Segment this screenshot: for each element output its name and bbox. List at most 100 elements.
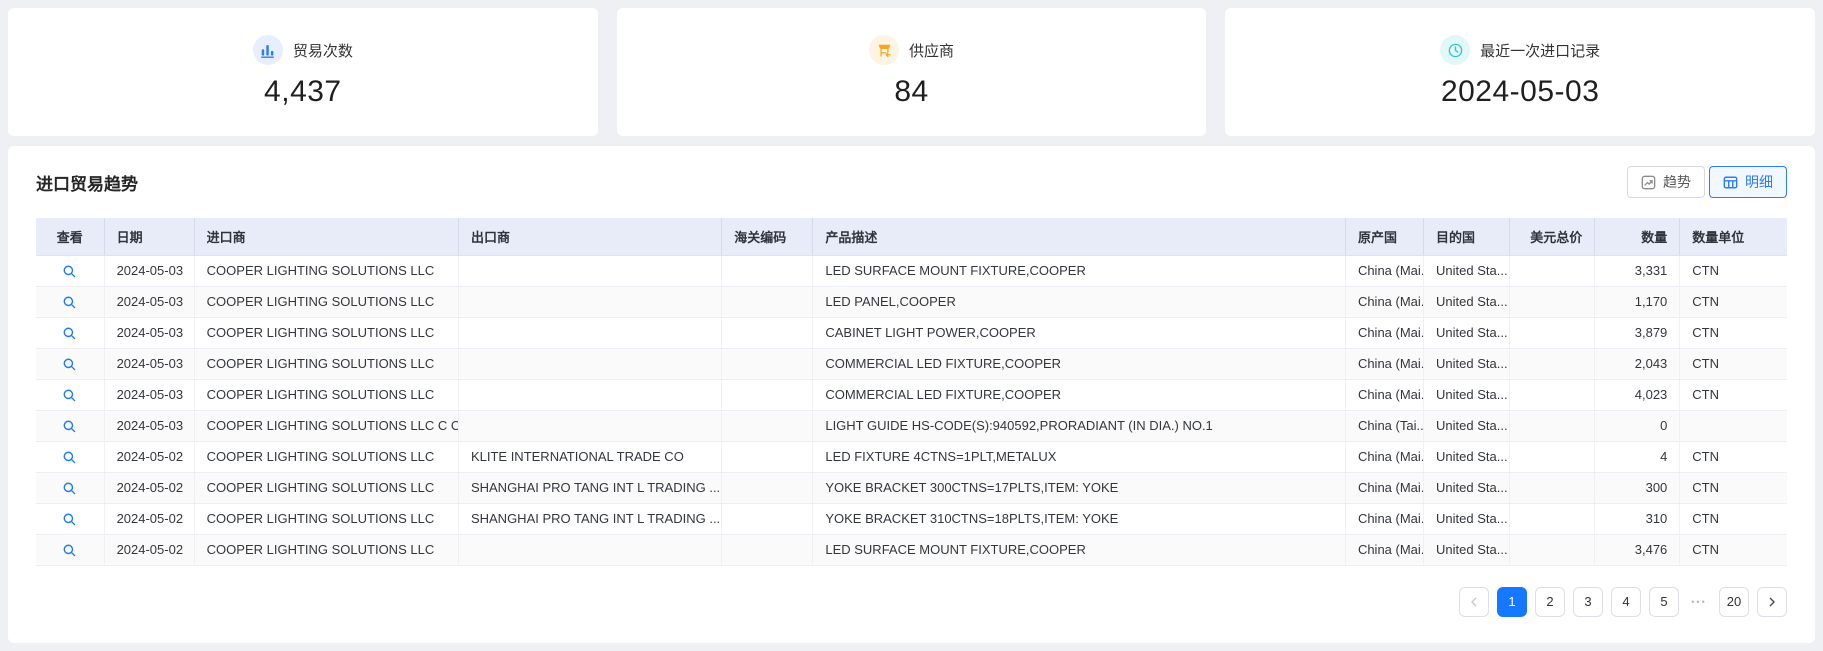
quantity-cell: 3,331 [1595, 255, 1680, 286]
description-cell: COMMERCIAL LED FIXTURE,COOPER [813, 348, 1346, 379]
importer-cell: COOPER LIGHTING SOLUTIONS LLC [194, 534, 458, 565]
view-record-button[interactable] [62, 295, 77, 310]
supplier-store-icon [869, 35, 899, 65]
description-cell: LIGHT GUIDE HS-CODE(S):940592,PRORADIANT… [813, 410, 1346, 441]
quantity-cell: 2,043 [1595, 348, 1680, 379]
unit-cell: CTN [1680, 348, 1787, 379]
column-header-usd_total: 美元总价 [1510, 218, 1595, 255]
table-row: 2024-05-02COOPER LIGHTING SOLUTIONS LLCS… [36, 503, 1787, 534]
unit-cell: CTN [1680, 503, 1787, 534]
magnifier-icon [62, 326, 77, 341]
origin-cell: China (Mai... [1345, 317, 1423, 348]
unit-cell: CTN [1680, 286, 1787, 317]
detail-button-label: 明细 [1745, 172, 1773, 192]
column-header-exporter: 出口商 [458, 218, 721, 255]
table-grid-icon [1723, 175, 1738, 190]
detail-view-button[interactable]: 明细 [1709, 166, 1787, 198]
view-record-button[interactable] [62, 450, 77, 465]
view-cell [36, 348, 104, 379]
destination-cell: United Sta... [1424, 317, 1510, 348]
description-cell: COMMERCIAL LED FIXTURE,COOPER [813, 379, 1346, 410]
pagination-page-20[interactable]: 20 [1719, 587, 1749, 617]
view-record-button[interactable] [62, 388, 77, 403]
hs_code-cell [722, 503, 813, 534]
pagination-page-4[interactable]: 4 [1611, 587, 1641, 617]
hs_code-cell [722, 379, 813, 410]
destination-cell: United Sta... [1424, 410, 1510, 441]
usd_total-cell [1510, 286, 1595, 317]
quantity-cell: 1,170 [1595, 286, 1680, 317]
column-header-date: 日期 [104, 218, 194, 255]
usd_total-cell [1510, 472, 1595, 503]
view-cell [36, 441, 104, 472]
import-trend-panel: 进口贸易趋势 趋势 [8, 146, 1815, 643]
usd_total-cell [1510, 317, 1595, 348]
destination-cell: United Sta... [1424, 472, 1510, 503]
pagination-page-2[interactable]: 2 [1535, 587, 1565, 617]
view-record-button[interactable] [62, 512, 77, 527]
view-cell [36, 286, 104, 317]
unit-cell: CTN [1680, 534, 1787, 565]
pagination-ellipsis[interactable]: ••• [1687, 597, 1711, 607]
pagination-page-5[interactable]: 5 [1649, 587, 1679, 617]
stat-label: 最近一次进口记录 [1480, 40, 1600, 61]
description-cell: LED SURFACE MOUNT FIXTURE,COOPER [813, 534, 1346, 565]
stat-head: 最近一次进口记录 [1440, 35, 1600, 65]
trend-view-button[interactable]: 趋势 [1627, 166, 1705, 198]
view-record-button[interactable] [62, 326, 77, 341]
exporter-cell: SHANGHAI PRO TANG INT L TRADING ... [458, 503, 721, 534]
column-header-origin: 原产国 [1345, 218, 1423, 255]
unit-cell: CTN [1680, 379, 1787, 410]
importer-cell: COOPER LIGHTING SOLUTIONS LLC [194, 472, 458, 503]
origin-cell: China (Mai... [1345, 255, 1423, 286]
view-record-button[interactable] [62, 357, 77, 372]
origin-cell: China (Mai... [1345, 534, 1423, 565]
importer-cell: COOPER LIGHTING SOLUTIONS LLC [194, 379, 458, 410]
date-cell: 2024-05-02 [104, 441, 194, 472]
clock-icon [1440, 35, 1470, 65]
view-record-button[interactable] [62, 481, 77, 496]
pagination: 12345 ••• 20 [36, 587, 1787, 617]
table-row: 2024-05-02COOPER LIGHTING SOLUTIONS LLCK… [36, 441, 1787, 472]
panel-header: 进口贸易趋势 趋势 [36, 166, 1787, 198]
pagination-next-button[interactable] [1757, 587, 1787, 617]
table-row: 2024-05-03COOPER LIGHTING SOLUTIONS LLCC… [36, 379, 1787, 410]
pagination-page-1[interactable]: 1 [1497, 587, 1527, 617]
exporter-cell [458, 286, 721, 317]
column-header-unit: 数量单位 [1680, 218, 1787, 255]
view-cell [36, 503, 104, 534]
destination-cell: United Sta... [1424, 441, 1510, 472]
exporter-cell [458, 534, 721, 565]
stat-value: 4,437 [264, 75, 342, 109]
page: 贸易次数 4,437 供应商 84 [0, 0, 1823, 651]
bar-chart-icon [253, 35, 283, 65]
usd_total-cell [1510, 534, 1595, 565]
view-cell [36, 255, 104, 286]
view-cell [36, 317, 104, 348]
pagination-page-3[interactable]: 3 [1573, 587, 1603, 617]
origin-cell: China (Mai... [1345, 348, 1423, 379]
magnifier-icon [62, 481, 77, 496]
date-cell: 2024-05-03 [104, 317, 194, 348]
view-record-button[interactable] [62, 264, 77, 279]
quantity-cell: 0 [1595, 410, 1680, 441]
view-cell [36, 472, 104, 503]
column-header-quantity: 数量 [1595, 218, 1680, 255]
view-cell [36, 379, 104, 410]
view-record-button[interactable] [62, 419, 77, 434]
origin-cell: China (Mai... [1345, 503, 1423, 534]
unit-cell: CTN [1680, 255, 1787, 286]
importer-cell: COOPER LIGHTING SOLUTIONS LLC [194, 503, 458, 534]
magnifier-icon [62, 419, 77, 434]
date-cell: 2024-05-02 [104, 534, 194, 565]
quantity-cell: 4,023 [1595, 379, 1680, 410]
exporter-cell [458, 255, 721, 286]
quantity-cell: 310 [1595, 503, 1680, 534]
view-record-button[interactable] [62, 543, 77, 558]
magnifier-icon [62, 357, 77, 372]
unit-cell: CTN [1680, 472, 1787, 503]
exporter-cell [458, 317, 721, 348]
stat-card-latest-import: 最近一次进口记录 2024-05-03 [1225, 8, 1815, 136]
importer-cell: COOPER LIGHTING SOLUTIONS LLC [194, 317, 458, 348]
pagination-prev-button[interactable] [1459, 587, 1489, 617]
